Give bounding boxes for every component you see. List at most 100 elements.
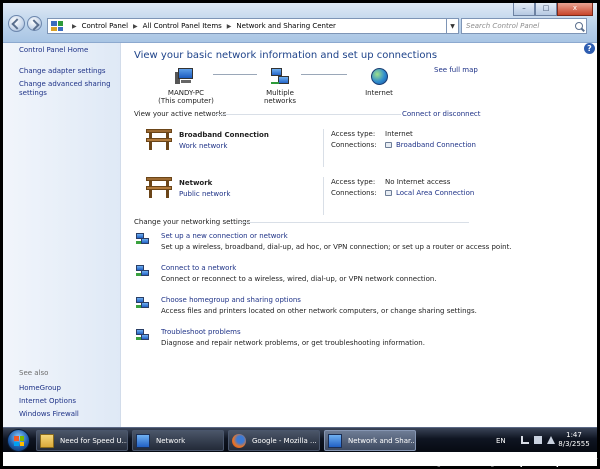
connection-card: Network Public network Access type: No I… [146,177,474,219]
taskbar-item-need-for-speed[interactable]: Need for Speed U... [36,430,128,451]
taskbar-item-network[interactable]: Network [132,430,224,451]
close-button[interactable]: x [557,3,593,16]
breadcrumb-all-items[interactable]: All Control Panel Items [143,22,222,30]
see-full-map-link[interactable]: See full map [434,66,478,74]
connection-name: Broadband Connection [179,131,269,139]
network-type-link[interactable]: Work network [179,142,227,150]
sidebar-item-home[interactable]: Control Panel Home [19,46,113,55]
globe-icon [370,68,388,85]
taskbar-item-label: Network [156,436,186,445]
network-map: MANDY-PC (This computer) Multiple networ… [131,65,431,115]
back-button[interactable] [8,15,25,32]
sidebar-item-windows-firewall[interactable]: Windows Firewall [19,410,113,419]
homegroup-icon [136,297,150,309]
setup-connection-link[interactable]: Set up a new connection or network [161,232,288,240]
address-bar: – □ x ▶ Control Panel ▶ All Control Pane… [3,3,597,43]
homegroup-options-link[interactable]: Choose homegroup and sharing options [161,296,301,304]
search-input[interactable]: Search Control Panel [461,18,587,34]
sidebar-item-adapter-settings[interactable]: Change adapter settings [19,67,113,76]
bench-icon [146,177,172,199]
window: – □ x ▶ Control Panel ▶ All Control Pane… [3,3,597,466]
firefox-icon [232,433,246,448]
task-description: Access files and printers located on oth… [161,307,477,315]
taskbar-item-network-sharing[interactable]: Network and Shar... [324,430,416,451]
connections-label: Connections: [331,189,377,197]
control-panel-icon [51,21,63,31]
address-dropdown-icon[interactable]: ▼ [447,18,459,34]
taskbar-item-label: Google - Mozilla ... [252,436,317,445]
settings-title: Change your networking settings [134,218,251,226]
computer-icon [175,68,197,86]
ethernet-plug-icon [385,142,392,148]
connection-name: Network [179,179,213,187]
map-node-computer[interactable]: MANDY-PC (This computer) [157,68,215,105]
help-icon[interactable]: ? [584,43,595,54]
taskbar-item-label: Network and Shar... [348,436,416,445]
connection-link[interactable]: Local Area Connection [396,189,474,197]
access-type-label: Access type: [331,130,376,138]
network-tray-icon[interactable] [534,436,542,444]
sidebar-item-advanced-sharing[interactable]: Change advanced sharing settings [19,80,113,98]
breadcrumb-control-panel[interactable]: Control Panel [82,22,128,30]
network-setup-icon [136,233,150,245]
map-node-internet[interactable]: Internet [357,68,401,97]
divider [215,114,401,115]
action-center-icon[interactable] [521,436,529,444]
volume-icon[interactable] [547,436,555,444]
main-content: ? View your basic network information an… [131,43,597,427]
connect-disconnect-link[interactable]: Connect or disconnect [402,110,481,118]
connect-network-icon [136,265,150,277]
network-icon [328,433,342,448]
troubleshoot-icon [136,329,150,341]
active-networks-title: View your active networks [134,110,227,118]
connections-label: Connections: [331,141,377,149]
sidebar-item-internet-options[interactable]: Internet Options [19,397,113,406]
map-node-networks[interactable]: Multiple networks [249,68,311,105]
connection-link[interactable]: Broadband Connection [396,141,476,149]
connect-network-link[interactable]: Connect to a network [161,264,236,272]
forward-button[interactable] [27,16,42,31]
divider [323,129,324,167]
access-type-label: Access type: [331,178,376,186]
clock[interactable]: 1:47 8/3/2555 [556,431,592,449]
language-indicator[interactable]: EN [496,437,506,445]
connection-card: Broadband Connection Work network Access… [146,129,476,171]
taskbar-item-firefox[interactable]: Google - Mozilla ... [228,430,320,451]
chevron-right-icon[interactable]: ▶ [133,23,138,30]
sidebar: Control Panel Home Change adapter settin… [3,43,121,427]
maximize-button[interactable]: □ [535,3,557,16]
computer-name: MANDY-PC [167,89,205,97]
network-icon [136,433,150,448]
system-tray [521,436,555,444]
page-title: View your basic network information and … [134,50,438,61]
divider [323,177,324,215]
access-type-value: No Internet access [385,178,451,186]
search-icon[interactable] [575,22,583,30]
task-description: Connect or reconnect to a wireless, wire… [161,275,437,283]
see-also: See also HomeGroup Internet Options Wind… [19,369,113,423]
bench-icon [146,129,172,151]
clock-time: 1:47 [566,431,582,439]
access-type-value: Internet [385,130,413,138]
chevron-right-icon[interactable]: ▶ [72,23,77,30]
taskbar: Need for Speed U... Network Google - Moz… [3,427,597,452]
task-description: Set up a wireless, broadband, dial-up, a… [161,243,512,251]
network-type-link[interactable]: Public network [179,190,230,198]
sidebar-item-homegroup[interactable]: HomeGroup [19,384,113,393]
minimize-button[interactable]: – [513,3,535,16]
clock-date: 8/3/2555 [558,440,590,448]
breadcrumb-network-center[interactable]: Network and Sharing Center [236,22,336,30]
see-also-title: See also [19,369,49,377]
task-description: Diagnose and repair network problems, or… [161,339,425,347]
folder-icon [40,433,54,448]
window-controls: – □ x [513,3,593,16]
computer-sub: (This computer) [158,97,214,105]
windows-logo-icon [14,436,24,446]
breadcrumb[interactable]: ▶ Control Panel ▶ All Control Panel Item… [47,18,447,34]
start-button[interactable] [7,429,30,452]
chevron-right-icon[interactable]: ▶ [227,23,232,30]
multiple-networks-icon [269,68,291,86]
troubleshoot-link[interactable]: Troubleshoot problems [161,328,241,336]
taskbar-item-label: Need for Speed U... [60,436,128,445]
search-placeholder: Search Control Panel [466,22,540,30]
